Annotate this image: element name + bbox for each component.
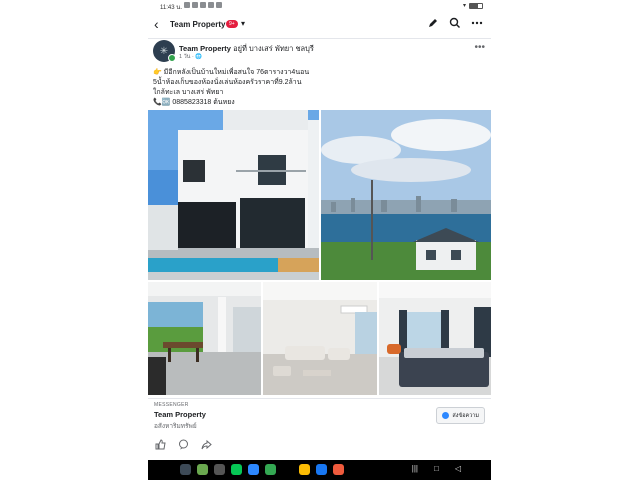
dock-divider: [282, 464, 293, 475]
messenger-page-name[interactable]: Team Property: [154, 410, 206, 419]
app-dock: [180, 464, 344, 475]
sea-view-photo[interactable]: [321, 110, 491, 280]
messenger-label: MESSENGER: [154, 402, 189, 408]
avatar[interactable]: ✳: [153, 40, 176, 62]
back-icon[interactable]: ◁: [455, 464, 461, 473]
notification-icons: [184, 2, 222, 8]
line-icon[interactable]: [231, 464, 242, 475]
page-title[interactable]: Team Property: [170, 20, 225, 29]
chevron-down-icon[interactable]: ▾: [241, 19, 245, 28]
edit-icon[interactable]: [427, 17, 439, 32]
recents-icon[interactable]: |||: [412, 464, 418, 473]
post-text-line: 👉 มีอีกหลังเป็นบ้านใหม่เพื่อสนใจ 76ตาราง…: [153, 69, 310, 76]
back-arrow-icon[interactable]: ‹: [154, 17, 159, 31]
apps-grid-icon[interactable]: [180, 464, 191, 475]
battery-icon: [469, 2, 483, 9]
page-header: ‹ Team Property 9+ ▾: [148, 12, 491, 39]
notification-icon: [216, 2, 222, 8]
camera-icon[interactable]: [214, 464, 225, 475]
post-location[interactable]: อยู่ที่ บางเสร่ พัทยา ชลบุรี: [233, 44, 314, 53]
send-message-button[interactable]: ส่งข้อความ: [436, 407, 485, 424]
notification-icon: [208, 2, 214, 8]
post-meta: 1 วัน · 🌐: [179, 54, 203, 60]
post-text-line: ใกล้ทะเล บางเสร่ พัทยา: [153, 89, 224, 96]
post-actions: [148, 434, 491, 458]
phone-icon[interactable]: [265, 464, 276, 475]
send-message-label: ส่งข้อความ: [452, 412, 479, 419]
chrome-icon[interactable]: [299, 464, 310, 475]
notification-icon: [184, 2, 190, 8]
wifi-icon: ▾: [462, 3, 466, 9]
messenger-icon: [442, 412, 450, 419]
bedroom-photo[interactable]: [379, 282, 491, 395]
house-exterior-photo[interactable]: [148, 110, 319, 280]
app-icon[interactable]: [197, 464, 208, 475]
like-icon[interactable]: [155, 439, 166, 453]
post-author[interactable]: Team Property: [179, 44, 231, 53]
living-area-photo[interactable]: [148, 282, 261, 395]
notification-icon: [200, 2, 206, 8]
notification-icon: [192, 2, 198, 8]
comment-icon[interactable]: [178, 439, 189, 453]
facebook-icon[interactable]: [316, 464, 327, 475]
post-text-line: 5น้ำห้องเก็บของห้องนั่งเล่นห้องครัวราคาท…: [153, 79, 302, 86]
system-nav: ||| □ ◁: [412, 464, 461, 473]
app-icon[interactable]: [333, 464, 344, 475]
notification-badge: 9+: [226, 20, 238, 28]
post-text: 👉 มีอีกหลังเป็นบ้านใหม่เพื่อสนใจ 76ตาราง…: [153, 68, 483, 108]
living-room-photo[interactable]: [263, 282, 377, 395]
share-icon[interactable]: [201, 439, 212, 453]
post-header: ✳ Team Property อยู่ที่ บางเสร่ พัทยา ชล…: [148, 40, 491, 64]
phone-screen: 11:43 น. ▾ ‹ Team Property 9+ ▾ ✳ Team P…: [148, 0, 491, 480]
messenger-app-icon[interactable]: [248, 464, 259, 475]
online-indicator: [168, 54, 176, 62]
status-time: 11:43 น.: [160, 5, 183, 11]
messenger-page-category: อสังหาริมทรัพย์: [154, 423, 197, 430]
messenger-card[interactable]: MESSENGER Team Property อสังหาริมทรัพย์ …: [148, 398, 491, 433]
status-right: ▾: [463, 2, 483, 9]
more-icon[interactable]: [471, 17, 483, 32]
search-icon[interactable]: [449, 17, 461, 32]
post-options-icon[interactable]: •••: [474, 42, 485, 53]
status-bar: 11:43 น. ▾: [148, 0, 491, 12]
post-text-line: 📞🆗 0885823318 ต้นหยง: [153, 99, 235, 106]
android-nav-bar: ||| □ ◁: [148, 460, 491, 480]
home-icon[interactable]: □: [434, 464, 439, 473]
